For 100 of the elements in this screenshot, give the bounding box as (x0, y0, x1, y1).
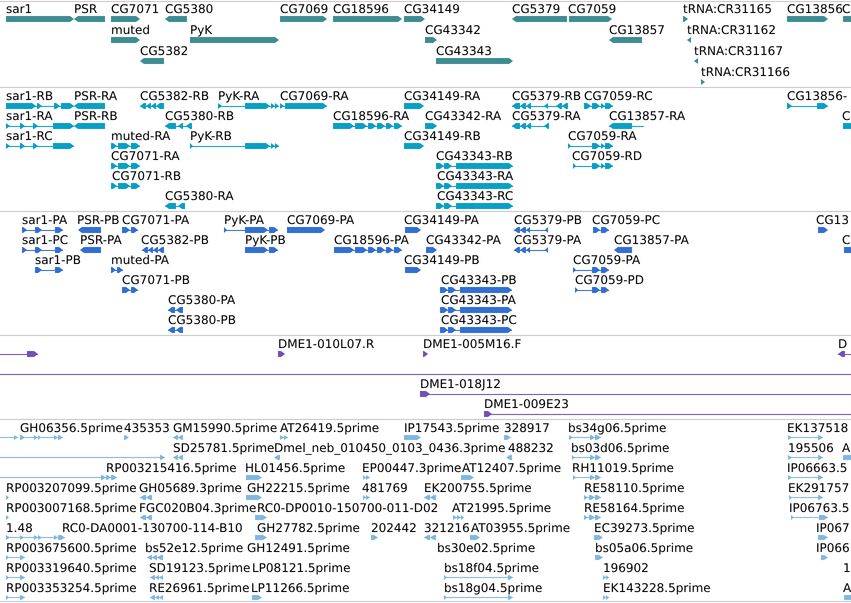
protein-feature[interactable] (22, 227, 63, 233)
protein-feature[interactable] (111, 267, 123, 273)
est-feature[interactable] (280, 435, 288, 440)
est-feature[interactable] (404, 435, 421, 440)
protein-feature[interactable] (405, 227, 421, 233)
transcript-feature[interactable] (436, 163, 513, 169)
gene-feature[interactable] (111, 37, 140, 43)
gene-feature[interactable] (280, 16, 327, 22)
est-feature[interactable] (363, 495, 370, 500)
protein-feature[interactable] (35, 267, 63, 273)
protein-feature[interactable] (168, 307, 183, 313)
gene-feature[interactable] (74, 16, 105, 22)
gene-feature[interactable] (787, 16, 828, 22)
est-feature[interactable] (246, 475, 262, 480)
transcript-feature[interactable] (140, 103, 164, 109)
protein-feature[interactable] (405, 267, 421, 273)
transcript-feature[interactable] (74, 123, 105, 129)
est-label[interactable]: 1 (843, 561, 851, 575)
protein-feature[interactable] (514, 227, 548, 233)
est-feature[interactable] (453, 515, 464, 520)
est-feature[interactable] (150, 575, 163, 580)
gene-feature[interactable] (111, 16, 140, 22)
transcript-feature[interactable] (436, 183, 513, 189)
clone-feature[interactable] (423, 351, 428, 357)
transcript-feature[interactable] (404, 103, 424, 109)
est-feature[interactable] (788, 435, 823, 440)
protein-feature[interactable] (80, 247, 101, 253)
gene-feature[interactable] (569, 16, 612, 22)
est-feature[interactable] (6, 495, 9, 500)
est-feature[interactable] (150, 595, 163, 600)
clone-feature[interactable] (838, 351, 851, 357)
protein-feature[interactable] (287, 227, 325, 233)
est-feature[interactable] (569, 435, 601, 440)
protein-feature[interactable] (440, 327, 512, 333)
est-feature[interactable] (504, 435, 511, 440)
est-feature[interactable] (788, 475, 823, 480)
protein-feature[interactable] (818, 227, 828, 233)
est-feature[interactable] (124, 435, 129, 440)
transcript-feature[interactable] (584, 103, 613, 109)
transcript-feature[interactable] (165, 123, 192, 129)
est-feature[interactable] (140, 515, 152, 520)
est-feature[interactable] (789, 495, 823, 500)
protein-feature[interactable] (575, 287, 609, 293)
gene-feature[interactable] (609, 37, 642, 43)
transcript-feature[interactable] (6, 143, 74, 149)
gene-feature[interactable] (701, 79, 705, 85)
protein-feature[interactable] (440, 287, 512, 293)
protein-feature[interactable] (593, 227, 609, 233)
protein-feature[interactable] (142, 247, 164, 253)
protein-feature[interactable] (22, 247, 63, 253)
transcript-feature[interactable] (111, 143, 140, 149)
clone-feature[interactable] (484, 411, 851, 417)
transcript-feature[interactable] (333, 123, 402, 129)
est-feature[interactable] (788, 455, 823, 460)
clone-feature[interactable] (0, 351, 38, 357)
gene-feature[interactable] (512, 16, 567, 22)
est-feature[interactable] (603, 595, 609, 600)
protein-feature[interactable] (122, 287, 138, 293)
protein-feature[interactable] (224, 227, 278, 233)
est-feature[interactable] (0, 435, 18, 440)
est-label[interactable]: RC0-DA0001-130700-114-B10 (62, 521, 243, 535)
protein-feature[interactable] (168, 327, 183, 333)
protein-feature[interactable] (122, 227, 138, 233)
est-feature[interactable] (6, 535, 65, 540)
protein-feature[interactable] (426, 247, 437, 253)
est-feature[interactable] (573, 475, 601, 480)
clone-feature[interactable] (420, 391, 851, 397)
est-feature[interactable] (140, 495, 152, 500)
transcript-feature[interactable] (404, 143, 424, 149)
gene-feature[interactable] (436, 58, 513, 64)
est-feature[interactable] (444, 595, 513, 600)
est-feature[interactable] (6, 515, 9, 520)
est-feature[interactable] (20, 435, 63, 440)
transcript-feature[interactable] (111, 163, 140, 169)
transcript-feature[interactable] (436, 203, 513, 209)
est-feature[interactable] (506, 455, 512, 460)
gene-feature[interactable] (694, 58, 698, 64)
est-label[interactable]: bs30e02.5prime (437, 541, 536, 555)
est-feature[interactable] (173, 435, 183, 440)
est-feature[interactable] (594, 535, 603, 540)
est-feature[interactable] (371, 535, 378, 540)
gene-feature[interactable] (683, 16, 688, 22)
protein-feature[interactable] (440, 307, 512, 313)
gene-feature[interactable] (687, 37, 691, 43)
transcript-feature[interactable] (425, 123, 437, 129)
est-feature[interactable] (791, 515, 828, 520)
est-feature[interactable] (173, 455, 183, 460)
est-feature[interactable] (6, 555, 25, 560)
est-feature[interactable] (246, 495, 262, 500)
gene-feature[interactable] (404, 16, 425, 22)
gene-feature[interactable] (165, 16, 187, 22)
est-feature[interactable] (603, 575, 609, 580)
est-feature[interactable] (461, 475, 474, 480)
est-feature[interactable] (821, 555, 828, 560)
gene-feature[interactable] (140, 58, 164, 64)
est-feature[interactable] (424, 535, 436, 540)
protein-feature[interactable] (614, 247, 632, 253)
est-feature[interactable] (470, 535, 480, 540)
transcript-feature[interactable] (573, 163, 613, 169)
est-feature[interactable] (584, 515, 601, 520)
